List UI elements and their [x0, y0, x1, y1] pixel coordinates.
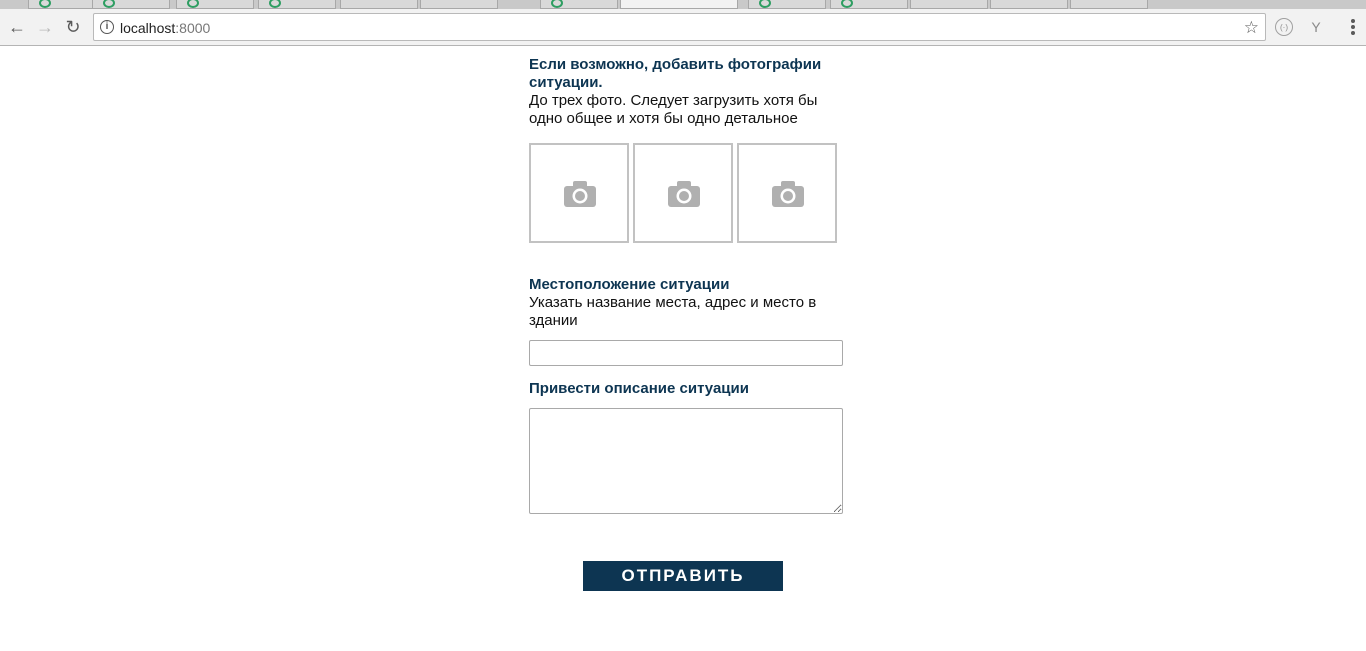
browser-tab[interactable] — [176, 0, 254, 9]
tab-favicon-icon — [551, 0, 563, 8]
tab-favicon-icon — [759, 0, 771, 8]
camera-icon — [564, 181, 596, 207]
photo-upload-slot[interactable] — [633, 143, 733, 243]
tab-favicon-icon — [39, 0, 51, 8]
photo-upload-slot[interactable] — [737, 143, 837, 243]
browser-tab[interactable] — [540, 0, 618, 9]
tab-strip — [0, 0, 1366, 9]
back-arrow-icon: ← — [8, 16, 26, 37]
browser-menu-icon[interactable] — [1348, 18, 1358, 36]
photos-hint: До трех фото. Следует загрузить хотя бы … — [529, 92, 818, 127]
forward-button[interactable]: → — [34, 15, 56, 39]
camera-icon — [772, 181, 804, 207]
tab-favicon-icon — [841, 0, 853, 8]
location-input[interactable] — [529, 340, 843, 366]
photo-upload-slots — [529, 143, 849, 243]
browser-tab[interactable] — [92, 0, 170, 9]
browser-tab[interactable] — [340, 0, 418, 9]
tab-favicon-icon — [103, 0, 115, 8]
address-bar[interactable]: i localhost:8000 ☆ — [93, 13, 1266, 41]
forward-arrow-icon: → — [36, 16, 54, 37]
location-title: Местоположение ситуации — [529, 276, 730, 293]
description-textarea[interactable] — [529, 408, 843, 514]
browser-tab[interactable] — [910, 0, 988, 9]
submit-button[interactable]: ОТПРАВИТЬ — [583, 561, 783, 591]
bookmark-star-icon[interactable]: ☆ — [1244, 18, 1259, 38]
back-button[interactable]: ← — [6, 15, 28, 39]
browser-toolbar: ← → ↻ i localhost:8000 ☆ (·) Y — [0, 9, 1366, 46]
url-host: localhost — [120, 20, 176, 36]
browser-tab-active[interactable] — [620, 0, 738, 9]
location-section: Местоположение ситуации Указать название… — [529, 276, 849, 330]
photos-title: Если возможно, добавить фотографии ситуа… — [529, 56, 822, 91]
browser-tab[interactable] — [990, 0, 1068, 9]
photo-upload-slot[interactable] — [529, 143, 629, 243]
reload-icon: ↻ — [65, 16, 81, 37]
browser-tab[interactable] — [258, 0, 336, 9]
browser-tab[interactable] — [830, 0, 908, 9]
url-text: localhost:8000 — [120, 20, 210, 36]
reload-button[interactable]: ↻ — [62, 15, 84, 39]
description-title: Привести описание ситуации — [529, 380, 749, 397]
tab-favicon-icon — [187, 0, 199, 8]
browser-tab[interactable] — [748, 0, 826, 9]
camera-icon — [668, 181, 700, 207]
extension-icon[interactable]: Y — [1307, 18, 1325, 36]
extension-icon[interactable]: (·) — [1275, 18, 1293, 36]
browser-tab[interactable] — [1070, 0, 1148, 9]
tab-favicon-icon — [269, 0, 281, 8]
url-port: :8000 — [175, 20, 211, 36]
location-hint: Указать название места, адрес и место в … — [529, 294, 817, 329]
photos-section: Если возможно, добавить фотографии ситуа… — [529, 56, 849, 128]
description-section: Привести описание ситуации — [529, 380, 849, 398]
browser-tab[interactable] — [420, 0, 498, 9]
site-info-icon[interactable]: i — [100, 20, 114, 34]
